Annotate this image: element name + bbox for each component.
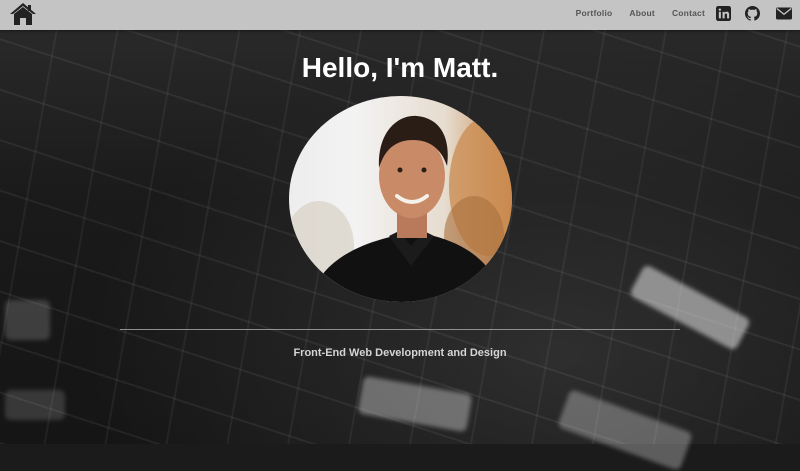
nav-links: Portfolio About Contact <box>576 8 705 18</box>
key-highlight <box>628 263 752 352</box>
divider <box>120 329 680 330</box>
linkedin-icon[interactable] <box>716 6 733 23</box>
nav-link-portfolio[interactable]: Portfolio <box>576 8 613 18</box>
envelope-icon[interactable] <box>776 6 793 23</box>
nav-link-about[interactable]: About <box>629 8 655 18</box>
home-icon[interactable] <box>9 2 37 26</box>
hero-headline: Hello, I'm Matt. <box>301 52 499 83</box>
key-highlight <box>5 300 50 340</box>
key-highlight <box>357 375 473 433</box>
hero-tagline: Front-End Web Development and Design <box>293 347 507 359</box>
navbar: Portfolio About Contact <box>0 0 800 30</box>
nav-link-contact[interactable]: Contact <box>672 8 705 18</box>
key-highlight <box>5 390 65 420</box>
key-highlight <box>557 388 693 471</box>
profile-photo <box>289 96 512 302</box>
github-icon[interactable] <box>745 6 762 23</box>
